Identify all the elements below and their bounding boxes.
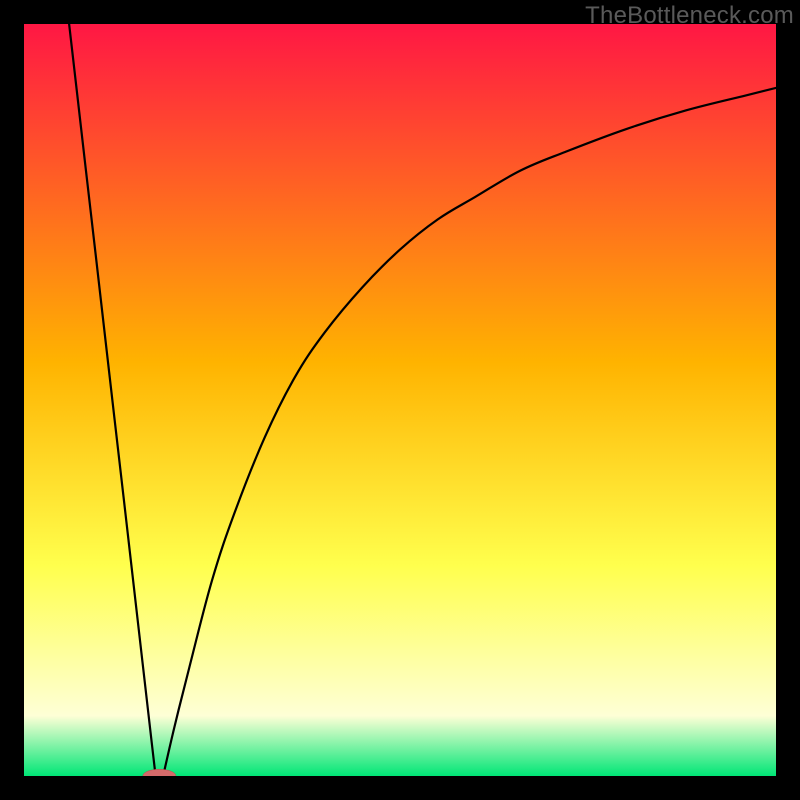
gradient-background — [24, 24, 776, 776]
chart-canvas: TheBottleneck.com — [0, 0, 800, 800]
plot-area — [24, 24, 776, 776]
plot-svg — [24, 24, 776, 776]
